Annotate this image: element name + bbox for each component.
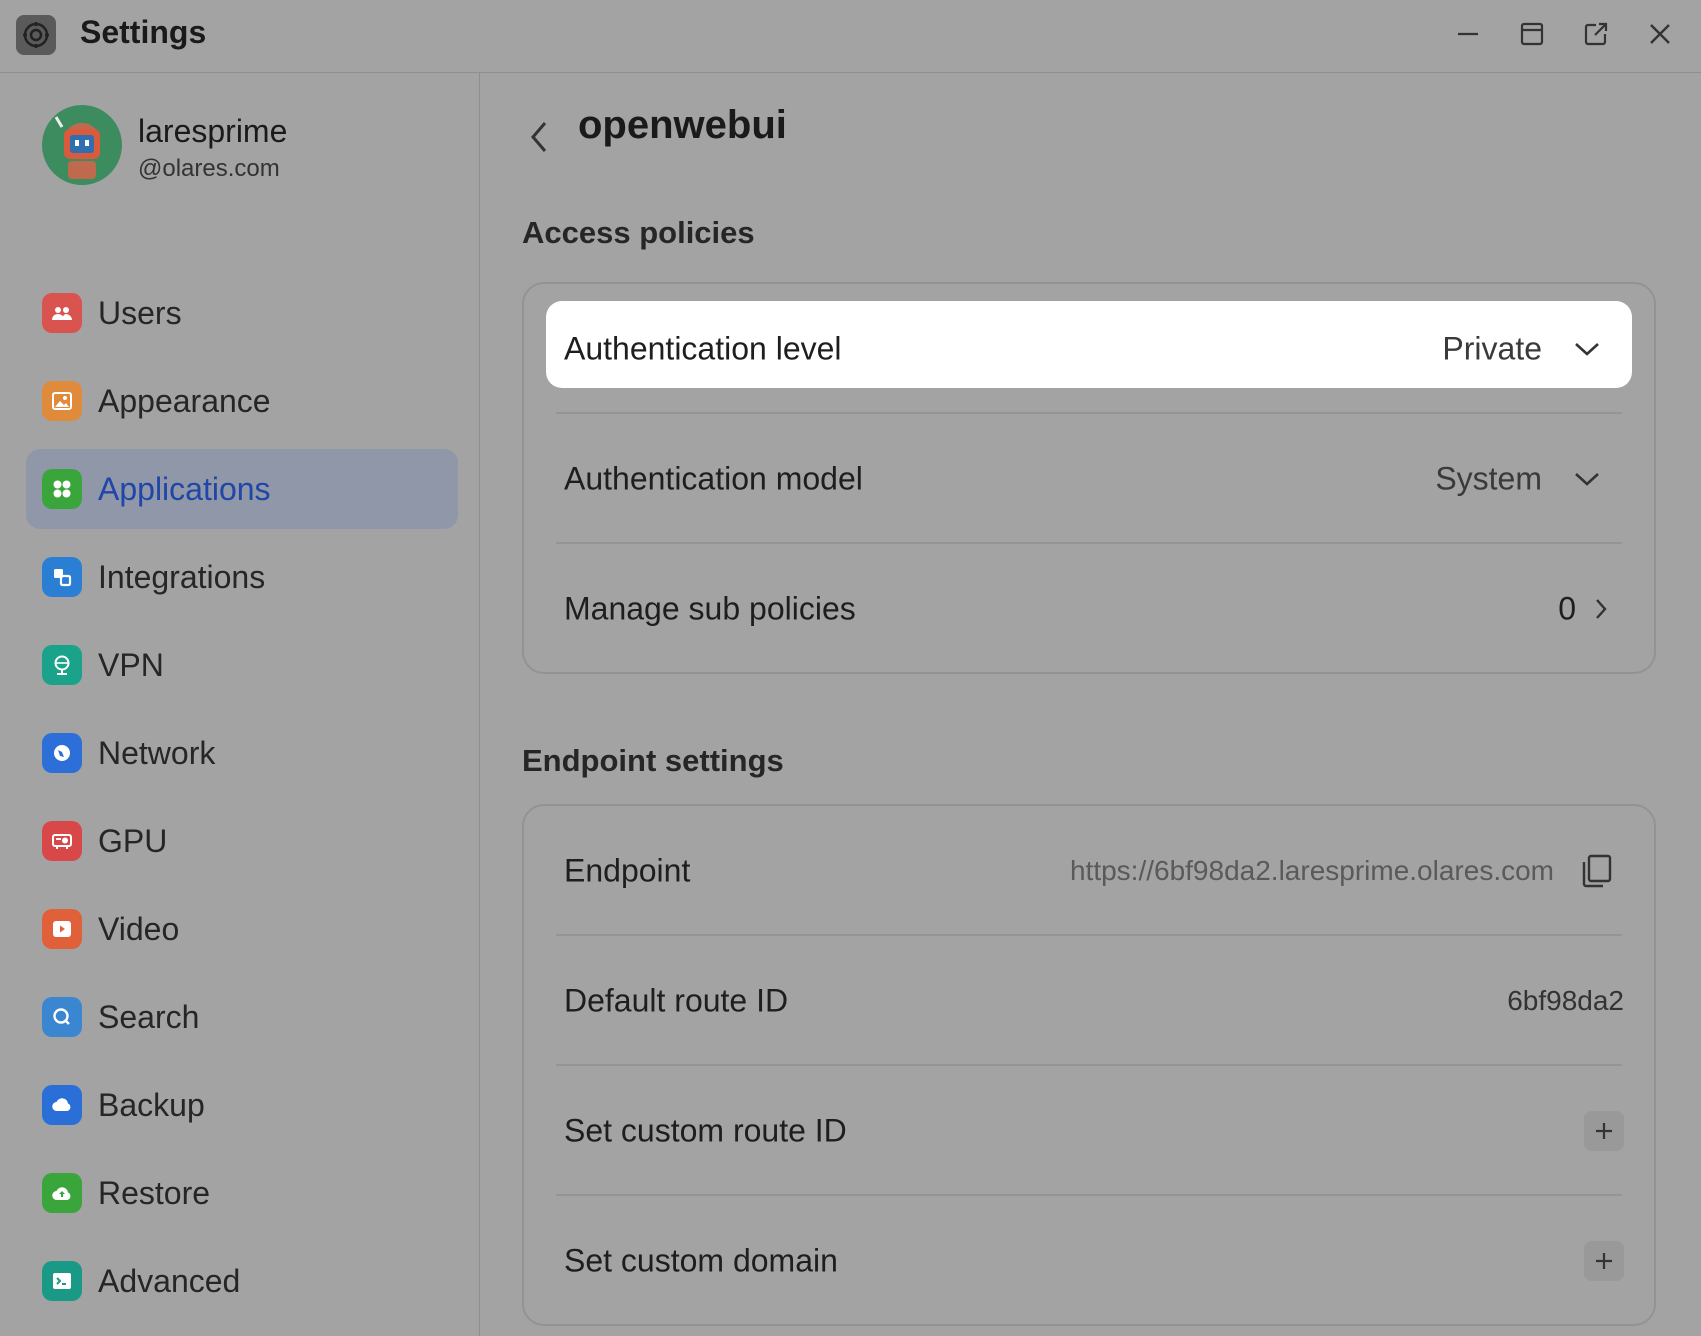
endpoint-row: Endpoint https://6bf98da2.laresprime.ola… [524, 806, 1654, 936]
endpoint-label: Endpoint [564, 852, 691, 889]
avatar [42, 105, 122, 185]
close-icon[interactable] [1640, 14, 1680, 54]
sidebar-item-label: VPN [98, 646, 164, 683]
sidebar-item-search[interactable]: Search [26, 977, 458, 1057]
authentication-level-row[interactable]: Authentication level Private [524, 284, 1654, 414]
manage-sub-policies-row[interactable]: Manage sub policies 0 [524, 544, 1654, 674]
image-icon [42, 381, 82, 421]
default-route-value: 6bf98da2 [1507, 985, 1624, 1016]
authentication-model-value[interactable]: System [1435, 461, 1542, 498]
copy-icon[interactable] [1576, 851, 1616, 891]
add-custom-route-button[interactable] [1584, 1111, 1624, 1151]
settings-gear-icon [16, 15, 56, 55]
default-route-label: Default route ID [564, 982, 789, 1019]
chevron-right-icon[interactable] [1586, 594, 1616, 624]
authentication-model-row[interactable]: Authentication model System [524, 414, 1654, 544]
access-policies-heading: Access policies [522, 215, 755, 250]
profile-name: laresprime [138, 113, 288, 149]
access-policies-card: Authentication level Private Authenticat… [522, 282, 1656, 674]
search-icon [42, 997, 82, 1037]
sidebar-item-network[interactable]: Network [26, 713, 458, 793]
cloud-icon [42, 1085, 82, 1125]
chevron-down-icon[interactable] [1572, 334, 1602, 364]
custom-domain-row: Set custom domain [524, 1196, 1654, 1326]
sidebar-item-backup[interactable]: Backup [26, 1065, 458, 1145]
sidebar-item-advanced[interactable]: Advanced [26, 1241, 458, 1321]
sidebar-item-label: Backup [98, 1086, 205, 1123]
endpoint-settings-heading: Endpoint settings [522, 743, 784, 778]
custom-route-label: Set custom route ID [564, 1112, 847, 1149]
gpu-icon [42, 821, 82, 861]
sidebar-item-label: Users [98, 294, 182, 331]
manage-sub-policies-label: Manage sub policies [564, 590, 856, 627]
main-content: openwebui Access policies Authentication… [480, 73, 1701, 1336]
profile-domain: @olares.com [138, 155, 280, 182]
maximize-icon[interactable] [1512, 14, 1552, 54]
add-custom-domain-button[interactable] [1584, 1241, 1624, 1281]
sidebar-item-label: Restore [98, 1174, 211, 1211]
back-arrow-icon[interactable] [520, 111, 560, 163]
sidebar-item-label: Applications [98, 470, 271, 507]
apps-icon [42, 469, 82, 509]
sub-policies-count: 0 [1558, 590, 1576, 627]
authentication-model-label: Authentication model [564, 460, 863, 497]
restore-icon [42, 1173, 82, 1213]
network-icon [42, 733, 82, 773]
sidebar-item-label: GPU [98, 822, 168, 859]
integrations-icon [42, 557, 82, 597]
sidebar-item-label: Appearance [98, 382, 271, 419]
sidebar-item-label: Network [98, 734, 216, 771]
sidebar: laresprime @olares.com Users Appearance … [0, 73, 480, 1336]
sidebar-nav: Users Appearance Applications Integratio… [26, 273, 458, 1329]
sidebar-item-video[interactable]: Video [26, 889, 458, 969]
endpoint-url: https://6bf98da2.laresprime.olares.com [1069, 855, 1554, 886]
page-title: openwebui [578, 103, 787, 147]
sidebar-item-label: Search [98, 998, 200, 1035]
minimize-icon[interactable] [1448, 14, 1488, 54]
sidebar-item-appearance[interactable]: Appearance [26, 361, 458, 441]
custom-route-row: Set custom route ID [524, 1066, 1654, 1196]
sidebar-item-applications[interactable]: Applications [26, 449, 458, 529]
terminal-icon [42, 1261, 82, 1301]
sidebar-item-label: Integrations [98, 558, 266, 595]
sidebar-item-label: Video [98, 910, 180, 947]
pop-out-icon[interactable] [1576, 14, 1616, 54]
authentication-level-label: Authentication level [564, 330, 842, 367]
sidebar-item-restore[interactable]: Restore [26, 1153, 458, 1233]
chevron-down-icon[interactable] [1572, 464, 1602, 494]
default-route-row: Default route ID 6bf98da2 [524, 936, 1654, 1066]
sidebar-item-vpn[interactable]: VPN [26, 625, 458, 705]
users-icon [42, 293, 82, 333]
vpn-icon [42, 645, 82, 685]
title-bar: Settings [0, 0, 1701, 73]
video-icon [42, 909, 82, 949]
custom-domain-label: Set custom domain [564, 1242, 838, 1279]
sidebar-item-label: Advanced [98, 1262, 241, 1299]
authentication-level-value[interactable]: Private [1442, 331, 1542, 368]
sidebar-item-users[interactable]: Users [26, 273, 458, 353]
sidebar-item-gpu[interactable]: GPU [26, 801, 458, 881]
sidebar-item-integrations[interactable]: Integrations [26, 537, 458, 617]
window-title: Settings [80, 14, 207, 50]
endpoint-settings-card: Endpoint https://6bf98da2.laresprime.ola… [522, 804, 1656, 1326]
